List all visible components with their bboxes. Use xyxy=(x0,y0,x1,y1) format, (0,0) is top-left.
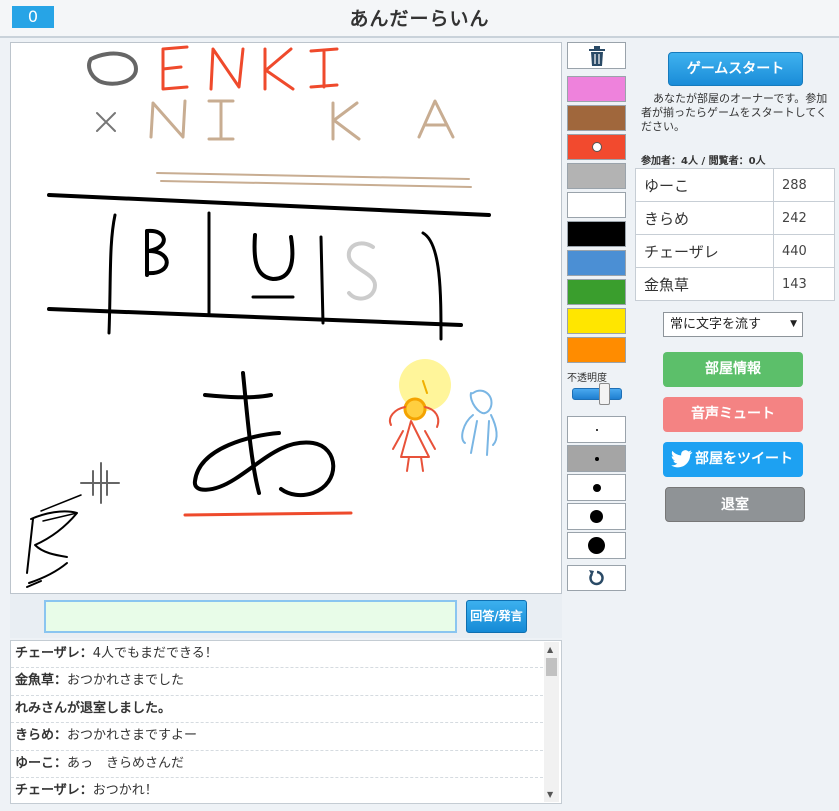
chat-sender: 金魚草 xyxy=(15,673,55,689)
chat-sender: チェーザレ xyxy=(15,646,80,661)
color-swatch-red[interactable] xyxy=(567,134,626,160)
tweet-room-button[interactable]: 部屋をツイート xyxy=(663,442,803,477)
chat-log[interactable]: チェーザレ：4人でもまだできる！ 金魚草：おつかれさまでした れみさんが退室しま… xyxy=(10,640,562,804)
selected-color-indicator xyxy=(592,142,602,152)
player-name: ゆーこ xyxy=(635,168,774,202)
chat-message: れみさんが退室しました。 xyxy=(11,696,543,724)
player-score: 143 xyxy=(773,267,835,301)
chat-message: チェーザレ：4人でもまだできる！ xyxy=(11,641,543,669)
chat-message: 金魚草：おつかれさまでした xyxy=(11,668,543,696)
opacity-slider-thumb[interactable] xyxy=(599,383,610,405)
chat-sender: ゆーこ xyxy=(15,755,55,771)
audio-mute-button[interactable]: 音声ミュート xyxy=(663,397,803,432)
player-row: きらめ 242 xyxy=(635,201,835,235)
chat-scrollbar[interactable]: ▲ ▼ xyxy=(544,642,559,802)
chat-separator: ： xyxy=(54,755,68,771)
color-swatch-white[interactable] xyxy=(567,192,626,218)
player-score: 440 xyxy=(773,234,835,268)
chat-separator: ： xyxy=(79,646,93,661)
room-info-button[interactable]: 部屋情報 xyxy=(663,352,803,387)
brush-size-option[interactable] xyxy=(567,416,626,443)
color-swatch-blue[interactable] xyxy=(567,250,626,276)
chat-text: 4人でもまだできる！ xyxy=(92,646,218,661)
owner-note: あなたが部屋のオーナーです。参加者が揃ったらゲームをスタートしてください。 xyxy=(641,92,828,133)
player-score: 242 xyxy=(773,201,835,235)
chat-sender: れみさんが退室しました。 xyxy=(15,700,172,716)
scroll-thumb[interactable] xyxy=(546,658,557,676)
player-score-table: ゆーこ 288 きらめ 242 チェーザレ 440 金魚草 143 xyxy=(635,168,835,301)
chat-separator: ： xyxy=(54,673,68,689)
chevron-down-icon: ▼ xyxy=(790,319,797,329)
opacity-slider[interactable] xyxy=(572,383,622,405)
chat-text: おつかれさまでした xyxy=(67,673,185,689)
chat-message: ゆーこ：あっ きらめさんだ xyxy=(11,751,543,778)
undo-icon xyxy=(588,570,604,586)
chat-message: チェーザレ：おつかれ！ xyxy=(11,778,543,803)
top-bar: 0 あんだーらいん xyxy=(0,0,839,38)
undo-button[interactable] xyxy=(567,565,626,591)
brush-size-option[interactable] xyxy=(567,503,626,530)
chat-text: おつかれ！ xyxy=(92,782,158,798)
text-flow-select[interactable]: 常に文字を流す ▼ xyxy=(663,312,803,337)
page-title: あんだーらいん xyxy=(349,8,490,30)
drawing-canvas[interactable] xyxy=(10,42,562,594)
chat-sender: チェーザレ xyxy=(15,782,80,798)
opacity-slider-track xyxy=(572,388,622,400)
answer-submit-button[interactable]: 回答/発言 xyxy=(466,600,527,633)
player-row: 金魚草 143 xyxy=(635,267,835,301)
brush-size-option[interactable] xyxy=(567,445,626,472)
chat-sender: きらめ xyxy=(15,728,55,744)
color-swatch-yellow[interactable] xyxy=(567,308,626,334)
clear-canvas-button[interactable] xyxy=(567,42,626,69)
brush-size-option[interactable] xyxy=(567,532,626,559)
player-name: チェーザレ xyxy=(635,234,774,268)
leave-room-button[interactable]: 退室 xyxy=(665,487,805,522)
player-name: きらめ xyxy=(635,201,774,235)
scroll-up-arrow-icon[interactable]: ▲ xyxy=(547,645,553,654)
opacity-label: 不透明度 xyxy=(567,373,607,384)
text-flow-select-value: 常に文字を流す xyxy=(670,317,762,332)
color-swatch-pink[interactable] xyxy=(567,76,626,102)
chat-text: おつかれさまですよー xyxy=(67,728,198,744)
brush-size-option[interactable] xyxy=(567,474,626,501)
player-row: ゆーこ 288 xyxy=(635,168,835,202)
chat-separator: ： xyxy=(79,782,93,798)
participant-count: 参加者：4人 / 閲覧者：0人 xyxy=(641,156,766,167)
color-swatch-brown[interactable] xyxy=(567,105,626,131)
trash-icon xyxy=(588,45,605,66)
canvas-drawing xyxy=(26,45,498,588)
color-swatch-gray[interactable] xyxy=(567,163,626,189)
chat-message: きらめ：おつかれさまですよー xyxy=(11,723,543,751)
player-score: 288 xyxy=(773,168,835,202)
answer-input[interactable] xyxy=(44,600,457,633)
game-start-button[interactable]: ゲームスタート xyxy=(668,52,803,86)
color-swatch-green[interactable] xyxy=(567,279,626,305)
color-swatch-black[interactable] xyxy=(567,221,626,247)
player-row: チェーザレ 440 xyxy=(635,234,835,268)
color-swatch-orange[interactable] xyxy=(567,337,626,363)
tweet-room-label: 部屋をツイート xyxy=(695,451,793,467)
player-name: 金魚草 xyxy=(635,267,774,301)
chat-separator: ： xyxy=(54,728,68,744)
chat-text: あっ きらめさんだ xyxy=(67,755,185,771)
scroll-down-arrow-icon[interactable]: ▼ xyxy=(547,790,553,799)
twitter-bird-icon xyxy=(671,450,693,468)
